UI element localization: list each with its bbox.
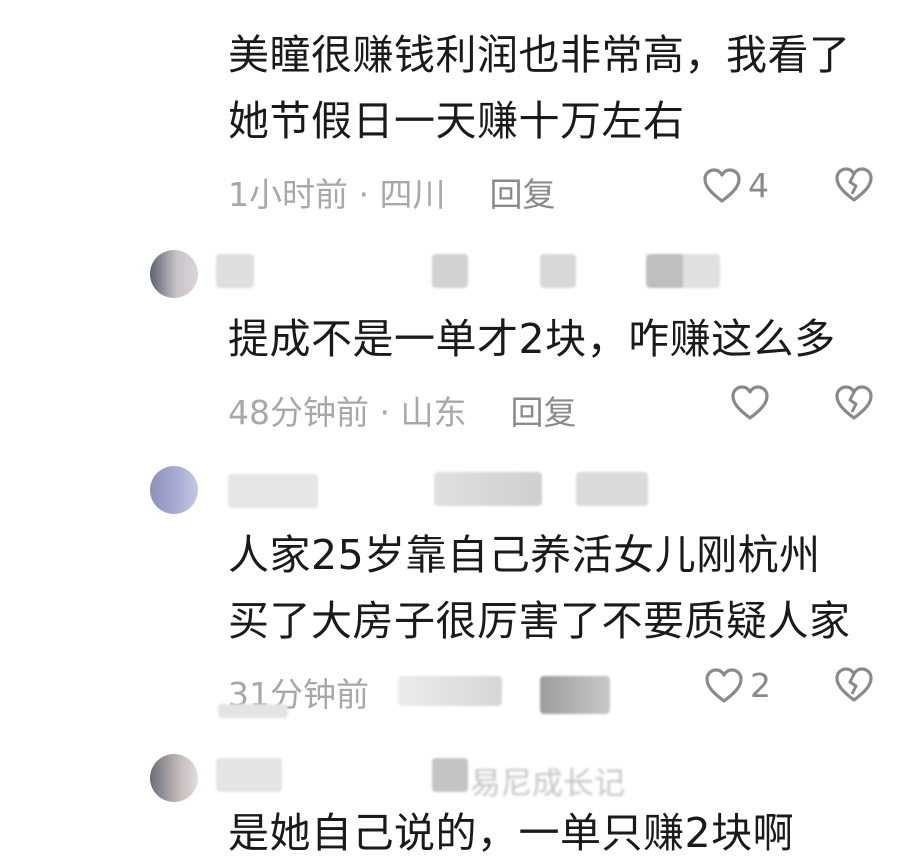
broken-heart-icon: [835, 167, 873, 202]
dislike-button[interactable]: [834, 384, 874, 422]
reply-button[interactable]: 回复: [489, 175, 555, 214]
reply-button[interactable]: 回复: [510, 393, 576, 432]
like-count: 2: [750, 666, 771, 705]
username-blur: [540, 254, 576, 288]
comment-text-line: 她节假日一天赚十万左右: [228, 97, 685, 145]
heart-outline-icon: [731, 385, 769, 420]
username-blur: [216, 758, 282, 792]
username-blur: [576, 472, 648, 506]
location-blur: [398, 676, 502, 706]
comment-4-user-row: 易尼成长记: [0, 752, 922, 802]
username-blur: [228, 474, 318, 508]
comment-text-line: 美瞳很赚钱利润也非常高，我看了: [228, 31, 851, 79]
username-blur: [646, 254, 720, 288]
username-blur: [434, 472, 542, 506]
heart-outline-icon: [703, 167, 741, 203]
comment-text-line: 提成不是一单才2块，咋赚这么多: [228, 315, 836, 363]
broken-heart-icon: [835, 667, 873, 702]
comment-2-user-row: [0, 250, 922, 298]
like-button[interactable]: [730, 384, 776, 422]
comment-meta: 48分钟前 · 山东 回复: [228, 386, 576, 434]
username-blur: [432, 758, 468, 792]
avatar[interactable]: [150, 250, 198, 298]
avatar[interactable]: [150, 466, 198, 514]
like-count: 4: [748, 166, 769, 205]
reply-blur: [540, 676, 610, 714]
comment-time-location: 1小时前 · 四川: [228, 175, 446, 214]
username-blur: [216, 254, 254, 288]
username: 易尼成长记: [470, 766, 625, 802]
broken-heart-icon: [835, 385, 873, 420]
like-button[interactable]: 2: [704, 666, 771, 705]
heart-outline-icon: [705, 667, 743, 703]
comment-text-line: 买了大房子很厉害了不要质疑人家: [228, 597, 851, 645]
comment-meta: 1小时前 · 四川 回复: [228, 168, 555, 216]
comment-3-user-row: [0, 466, 922, 514]
comment-time-location: 48分钟前 · 山东: [228, 393, 467, 432]
dislike-button[interactable]: [834, 166, 874, 204]
username-blur: [432, 254, 468, 288]
comment-text-line: 是她自己说的，一单只赚2块啊: [228, 809, 795, 857]
comment-text-line: 人家25岁靠自己养活女儿刚杭州: [228, 531, 821, 579]
avatar[interactable]: [150, 754, 198, 802]
dislike-button[interactable]: [834, 666, 874, 704]
overlay-blur: [218, 704, 288, 718]
like-button[interactable]: 4: [702, 166, 769, 205]
